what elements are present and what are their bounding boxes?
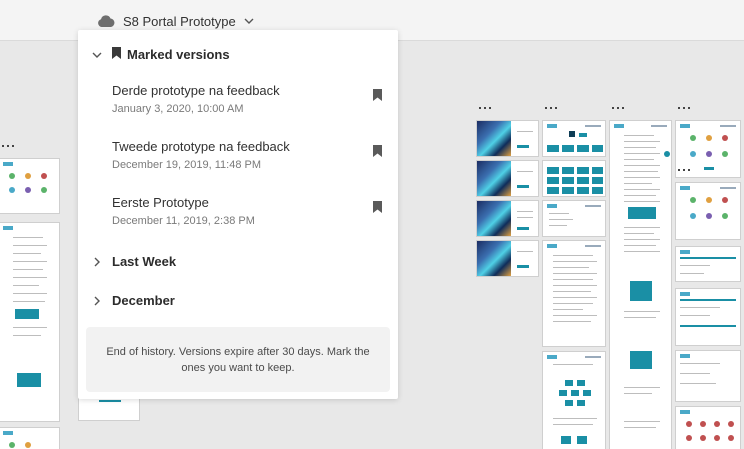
- artboard-thumbnail[interactable]: [675, 406, 741, 449]
- artboard-thumbnail[interactable]: [542, 240, 606, 347]
- chevron-down-icon[interactable]: [244, 18, 254, 24]
- chevron-right-icon[interactable]: [90, 255, 104, 269]
- version-history-panel: Marked versions Derde prototype na feedb…: [78, 30, 398, 399]
- artboard-thumbnail[interactable]: [476, 240, 539, 277]
- artboard-thumbnail[interactable]: [0, 427, 60, 449]
- marked-versions-label: Marked versions: [127, 47, 230, 62]
- bookmark-icon[interactable]: [373, 200, 382, 218]
- cloud-icon: [97, 15, 115, 27]
- artboard-thumbnail[interactable]: [476, 120, 539, 157]
- artboard-thumbnail[interactable]: [675, 246, 741, 282]
- artboard-more-icon[interactable]: [479, 107, 491, 111]
- artboard-thumbnail[interactable]: [609, 120, 672, 449]
- section-last-week[interactable]: Last Week: [90, 254, 176, 269]
- chevron-down-icon[interactable]: [90, 48, 104, 62]
- document-title: S8 Portal Prototype: [123, 13, 236, 29]
- artboard-thumbnail[interactable]: [476, 160, 539, 197]
- artboard-more-icon[interactable]: [2, 145, 14, 149]
- artboard-more-icon[interactable]: [612, 107, 624, 111]
- marked-versions-header[interactable]: Marked versions: [90, 47, 230, 62]
- bookmark-icon[interactable]: [373, 144, 382, 162]
- artboard-thumbnail[interactable]: [542, 351, 606, 449]
- section-december[interactable]: December: [90, 293, 175, 308]
- artboard-thumbnail[interactable]: [675, 350, 741, 402]
- history-end-text: End of history. Versions expire after 30…: [106, 345, 370, 374]
- chevron-right-icon[interactable]: [90, 294, 104, 308]
- artboard-thumbnail[interactable]: [675, 288, 741, 346]
- artboard-thumbnail[interactable]: [476, 200, 539, 237]
- artboard-more-icon[interactable]: [678, 169, 690, 173]
- section-label: Last Week: [112, 254, 177, 269]
- artboard-thumbnail[interactable]: [78, 397, 140, 421]
- bookmark-icon[interactable]: [373, 88, 382, 106]
- version-name: Derde prototype na feedback: [112, 83, 280, 98]
- artboard-thumbnail[interactable]: [0, 222, 60, 422]
- version-name: Eerste Prototype: [112, 195, 209, 210]
- artboard-more-icon[interactable]: [678, 107, 690, 111]
- version-date: January 3, 2020, 10:00 AM: [112, 103, 244, 115]
- artboard-thumbnail[interactable]: [542, 120, 606, 157]
- artboard-thumbnail[interactable]: [675, 182, 741, 240]
- version-item[interactable]: Derde prototype na feedback January 3, 2…: [112, 83, 382, 127]
- version-date: December 19, 2019, 11:48 PM: [112, 159, 261, 171]
- artboard-thumbnail[interactable]: [542, 160, 606, 197]
- artboard-more-icon[interactable]: [545, 107, 557, 111]
- version-name: Tweede prototype na feedback: [112, 139, 290, 154]
- version-item[interactable]: Eerste Prototype December 11, 2019, 2:38…: [112, 195, 382, 239]
- artboard-thumbnail[interactable]: [542, 200, 606, 237]
- version-date: December 11, 2019, 2:38 PM: [112, 215, 255, 227]
- bookmark-icon: [112, 47, 121, 62]
- section-label: December: [112, 293, 175, 308]
- document-title-menu[interactable]: S8 Portal Prototype: [97, 11, 254, 31]
- history-end-note: End of history. Versions expire after 30…: [86, 327, 390, 392]
- artboard-thumbnail[interactable]: [0, 158, 60, 214]
- version-item[interactable]: Tweede prototype na feedback December 19…: [112, 139, 382, 183]
